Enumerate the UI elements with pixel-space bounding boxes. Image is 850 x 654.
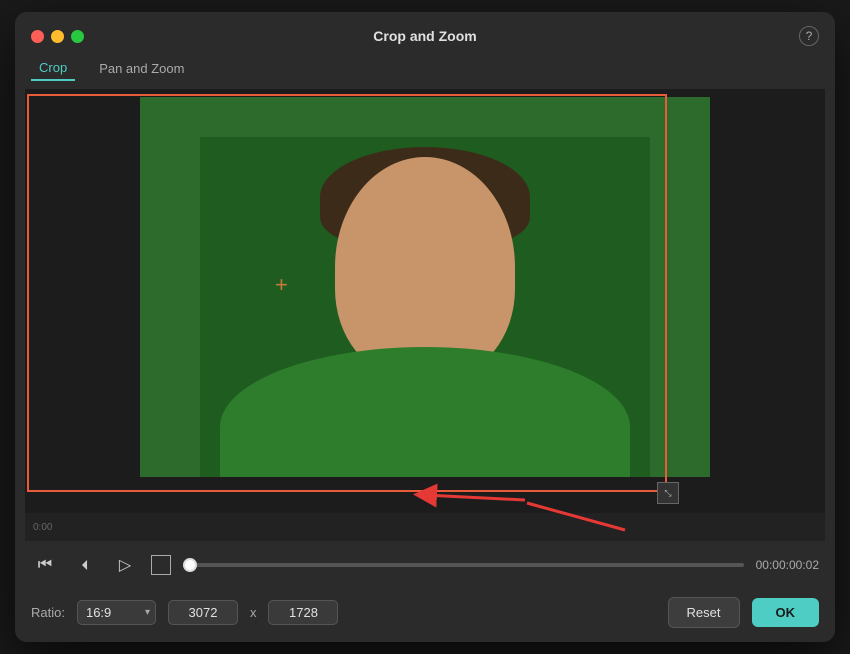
controls-bar: ⏮ ⏴ ▷ 00:00:00:02 [15,541,835,589]
maximize-button[interactable] [71,30,84,43]
window-controls [31,30,84,43]
reset-button[interactable]: Reset [668,597,740,628]
frame-back-button[interactable]: ⏴ [71,551,99,579]
close-button[interactable] [31,30,44,43]
help-button[interactable]: ? [799,26,819,46]
square-button[interactable] [151,555,171,575]
settings-row: Ratio: 16:9 4:3 1:1 9:16 Custom ▾ x Rese… [15,589,835,642]
progress-track[interactable] [183,563,744,567]
window-title: Crop and Zoom [373,28,476,44]
tabs-container: Crop Pan and Zoom [15,56,835,89]
skip-back-button[interactable]: ⏮ [31,551,59,579]
minimize-button[interactable] [51,30,64,43]
tab-crop[interactable]: Crop [31,56,75,81]
ok-button[interactable]: OK [752,598,820,627]
width-input[interactable] [168,600,238,625]
tab-pan-zoom[interactable]: Pan and Zoom [91,57,192,80]
progress-thumb[interactable] [183,558,197,572]
titlebar: Crop and Zoom ? [15,12,835,56]
video-frame: ⤡ + 0:00 [25,89,825,541]
dimension-separator: x [250,605,257,620]
play-button[interactable]: ▷ [111,551,139,579]
crop-zoom-dialog: Crop and Zoom ? Crop Pan and Zoom [15,12,835,642]
timeline-numbers: 0:00 [33,522,817,533]
height-input[interactable] [268,600,338,625]
ratio-select[interactable]: 16:9 4:3 1:1 9:16 Custom [77,600,156,625]
ratio-label: Ratio: [31,605,65,620]
crosshair-icon: + [275,274,295,294]
person-head [335,157,515,377]
green-screen-area [140,97,710,477]
video-container[interactable]: ⤡ + 0:00 [25,89,825,541]
timecode-display: 00:00:00:02 [756,558,819,572]
ratio-wrapper: 16:9 4:3 1:1 9:16 Custom ▾ [77,600,156,625]
timeline-strip: 0:00 [25,513,825,541]
